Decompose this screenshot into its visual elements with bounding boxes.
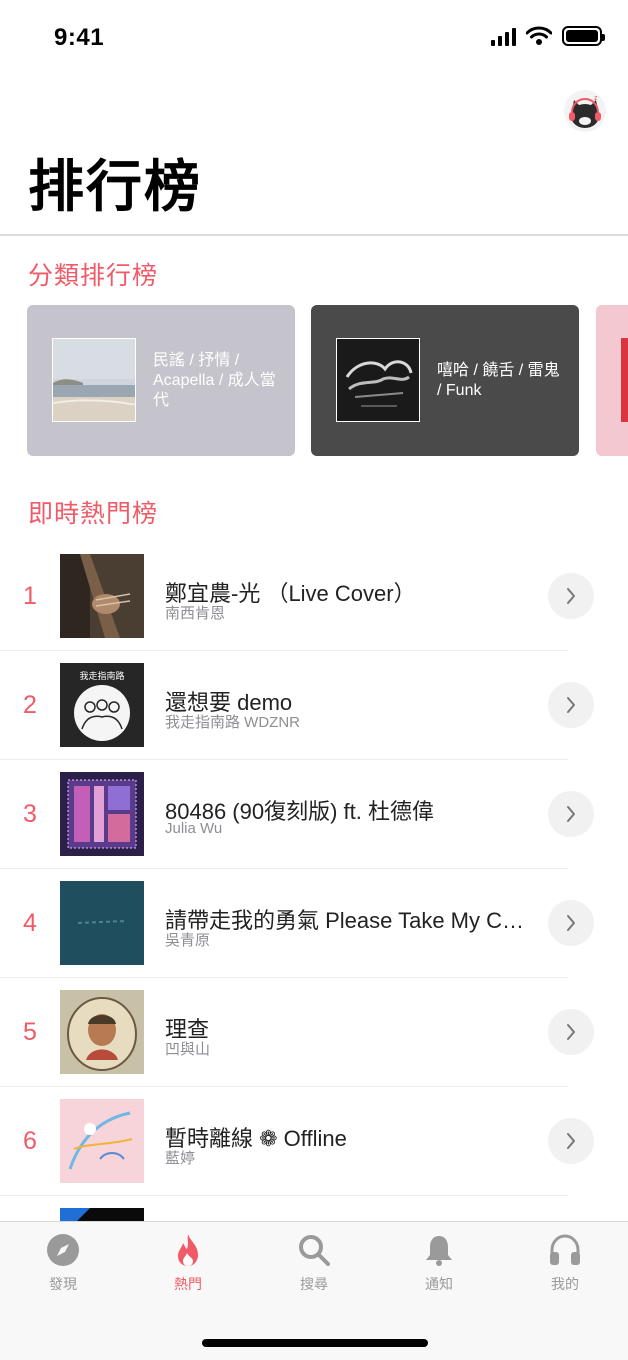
home-indicator: [202, 1339, 428, 1347]
row-chevron-button[interactable]: [548, 1009, 594, 1055]
header-divider: [0, 234, 628, 236]
status-time: 9:41: [54, 24, 105, 51]
song-cover: 我走指南路: [60, 663, 144, 747]
wifi-icon: [526, 26, 552, 45]
category-cards: 民謠 / 抒情 / Acapella / 成人當代 嘻哈 / 饒舌 / 雷鬼 /…: [0, 305, 628, 456]
tab-hot[interactable]: 熱門: [138, 1232, 238, 1302]
avatar[interactable]: z: [564, 90, 606, 132]
hot-chart-list: 1 鄭宜農-光 （Live Cover） 南西肯恩 2 我走指南路 還想要 de…: [0, 542, 628, 1222]
chart-row[interactable]: 3 80486 (90復刻版) ft. 杜德偉 Julia Wu: [0, 760, 628, 869]
tab-search[interactable]: 搜尋: [264, 1232, 364, 1302]
song-cover: [60, 772, 144, 856]
tab-label: 通知: [425, 1276, 453, 1292]
rank-number: 2: [23, 691, 37, 719]
category-cover-folk: [52, 338, 136, 422]
chevron-right-icon: [567, 1024, 575, 1040]
category-cover-next: [621, 338, 628, 422]
song-cover: [60, 1099, 144, 1183]
tab-label: 我的: [551, 1276, 579, 1292]
song-cover: [60, 881, 144, 965]
chevron-right-icon: [567, 697, 575, 713]
page-title: 排行榜: [28, 155, 202, 218]
song-title: 請帶走我的勇氣 Please Take My Courage Away: [165, 908, 535, 933]
section-title-hot: 即時熱門榜: [28, 500, 159, 528]
chart-row[interactable]: 2 我走指南路 還想要 demo 我走指南路 WDZNR: [0, 651, 628, 760]
row-chevron-button[interactable]: [548, 1118, 594, 1164]
chart-row[interactable]: 5 理查 凹與山: [0, 978, 628, 1087]
section-title-categories: 分類排行榜: [28, 262, 159, 290]
chart-row[interactable]: 6 暫時離線 ❁ Offline 藍婷: [0, 1087, 628, 1196]
tab-discover[interactable]: 發現: [13, 1232, 113, 1302]
cellular-signal-icon: [491, 26, 516, 46]
tab-label: 搜尋: [300, 1276, 328, 1292]
tab-label: 發現: [49, 1276, 77, 1292]
svg-text:z: z: [594, 95, 598, 102]
tab-label: 熱門: [174, 1276, 202, 1292]
tab-mine[interactable]: 我的: [515, 1232, 615, 1302]
rank-number: 4: [23, 909, 37, 937]
category-cover-hiphop: [336, 338, 420, 422]
category-label-hiphop: 嘻哈 / 饒舌 / 雷鬼 / Funk: [437, 361, 560, 399]
row-chevron-button[interactable]: [548, 791, 594, 837]
song-cover: [60, 554, 144, 638]
song-title: 理查: [165, 1017, 210, 1042]
search-icon: [296, 1232, 332, 1268]
song-artist: 吳青原: [165, 932, 211, 949]
battery-icon: [562, 26, 605, 46]
row-chevron-button[interactable]: [548, 573, 594, 619]
chart-row[interactable]: 1 鄭宜農-光 （Live Cover） 南西肯恩: [0, 542, 628, 651]
category-card-hiphop[interactable]: 嘻哈 / 饒舌 / 雷鬼 / Funk: [311, 305, 579, 456]
category-label-folk: 民謠 / 抒情 / Acapella / 成人當代: [153, 351, 276, 409]
compass-icon: [45, 1232, 81, 1268]
chart-row-partial[interactable]: [0, 1196, 628, 1222]
rank-number: 1: [23, 582, 37, 610]
rank-number: 3: [23, 800, 37, 828]
song-cover: [60, 990, 144, 1074]
chevron-right-icon: [567, 806, 575, 822]
tab-notifications[interactable]: 通知: [389, 1232, 489, 1302]
rank-number: 6: [23, 1127, 37, 1155]
cat-avatar-icon: z: [564, 90, 606, 132]
status-icons: [491, 26, 605, 46]
song-artist: Julia Wu: [165, 820, 223, 837]
chevron-right-icon: [567, 915, 575, 931]
chevron-right-icon: [567, 1133, 575, 1149]
song-title: 暫時離線 ❁ Offline: [165, 1126, 347, 1151]
song-cover: [60, 1208, 144, 1222]
rank-number: 5: [23, 1018, 37, 1046]
row-chevron-button[interactable]: [548, 900, 594, 946]
song-artist: 南西肯恩: [165, 605, 226, 622]
cover-text: 我走指南路: [79, 670, 124, 682]
category-card-next[interactable]: [596, 305, 628, 456]
flame-icon: [170, 1232, 206, 1268]
chart-row[interactable]: 4 請帶走我的勇氣 Please Take My Courage Away 吳青…: [0, 869, 628, 978]
headphones-icon: [547, 1232, 583, 1268]
row-chevron-button[interactable]: [548, 682, 594, 728]
category-card-folk[interactable]: 民謠 / 抒情 / Acapella / 成人當代: [27, 305, 295, 456]
chevron-right-icon: [567, 588, 575, 604]
song-artist: 凹與山: [165, 1041, 211, 1058]
bell-icon: [421, 1232, 457, 1268]
song-artist: 藍婷: [165, 1150, 196, 1167]
status-bar: 9:41: [0, 0, 628, 80]
song-artist: 我走指南路 WDZNR: [165, 714, 300, 731]
